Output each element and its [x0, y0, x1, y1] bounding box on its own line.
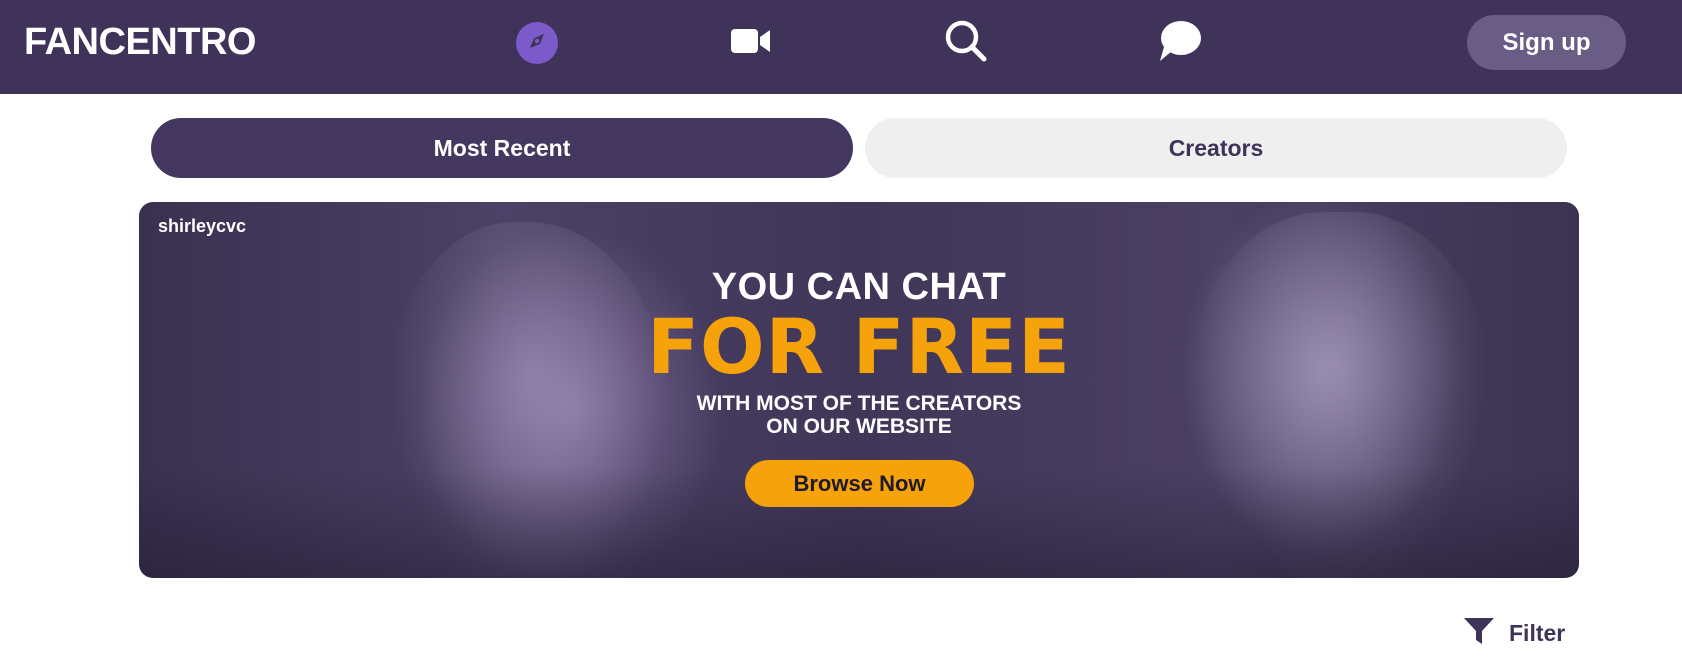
filter-label: Filter	[1509, 619, 1566, 646]
banner-subline: WITH MOST OF THE CREATORS ON OUR WEBSITE	[139, 392, 1579, 438]
browse-now-button[interactable]: Browse Now	[745, 460, 974, 507]
filter-funnel-icon	[1463, 616, 1495, 651]
video-camera-icon	[730, 26, 772, 61]
chat-bubble-icon	[1158, 19, 1202, 68]
banner-subline-2: ON OUR WEBSITE	[766, 415, 952, 438]
promo-banner[interactable]: shirleycvc YOU CAN CHAT FOR FREE WITH MO…	[139, 202, 1579, 578]
nav-explore-button[interactable]	[516, 22, 558, 64]
tab-most-recent[interactable]: Most Recent	[151, 118, 853, 178]
top-navigation-bar: FANCENTRO Sign up	[0, 0, 1682, 94]
banner-headline-main: FOR FREE	[647, 302, 1071, 391]
tab-label: Most Recent	[433, 134, 571, 161]
nav-messages-button[interactable]	[1158, 19, 1202, 68]
search-icon	[944, 19, 988, 68]
tab-creators[interactable]: Creators	[865, 118, 1567, 178]
banner-creator-username: shirleycvc	[158, 216, 247, 236]
tab-label: Creators	[1168, 134, 1264, 161]
banner-subline-1: WITH MOST OF THE CREATORS	[696, 392, 1022, 415]
sign-up-button[interactable]: Sign up	[1467, 15, 1626, 70]
filter-button[interactable]: Filter	[1463, 615, 1565, 651]
compass-icon	[524, 28, 550, 59]
nav-live-video-button[interactable]	[729, 21, 773, 65]
fancentro-logo[interactable]: FANCENTRO	[24, 22, 256, 62]
nav-search-button[interactable]	[944, 19, 988, 68]
